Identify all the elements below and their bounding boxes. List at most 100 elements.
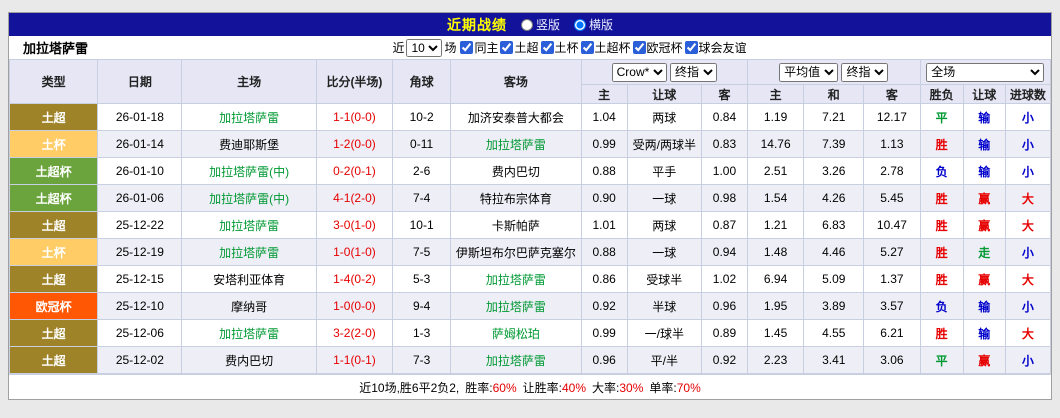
type-cell: 土超 [8, 346, 99, 374]
corner-cell: 7-3 [392, 346, 452, 374]
filter-checkbox-input-0[interactable] [460, 41, 474, 54]
filter-checkbox-5[interactable]: 球会友谊 [684, 39, 747, 56]
odds-away-cell: 0.89 [700, 319, 749, 347]
handicap-cell: 受两/两球半 [626, 130, 702, 158]
layout-horizontal-radio[interactable] [574, 18, 586, 31]
handicap-cell: 平/半 [626, 346, 702, 374]
away-team-cell: 加拉塔萨雷 [450, 292, 582, 320]
layout-vertical-option[interactable]: 竖版 [520, 16, 560, 33]
corner-cell: 1-3 [392, 319, 452, 347]
avg-away-cell: 2.78 [863, 157, 921, 185]
corner-cell: 7-5 [392, 238, 452, 266]
score-cell: 3-0(1-0) [315, 211, 394, 239]
match-row: 土杯 26-01-14 费迪耶斯堡 1-2(0-0) 0-11 加拉塔萨雷 0.99 受两/两… [8, 130, 1052, 158]
handicap-result-cell: 输 [962, 130, 1006, 158]
goals-cell: 小 [1004, 292, 1052, 320]
odds-home-cell: 0.88 [580, 157, 628, 185]
goals-cell: 小 [1004, 157, 1052, 185]
sub-header-avg-away: 客 [863, 84, 921, 104]
avg-home-cell: 1.19 [747, 103, 805, 131]
filter-checkbox-3[interactable]: 土超杯 [580, 39, 631, 56]
filter-checkbox-0[interactable]: 同主 [460, 39, 498, 56]
handicap-result-cell: 赢 [962, 211, 1006, 239]
avg-select[interactable]: 平均值 [779, 62, 839, 82]
odds-away-cell: 0.83 [700, 130, 749, 158]
goals-cell: 大 [1004, 184, 1052, 212]
corner-cell: 10-1 [392, 211, 452, 239]
odds-away-cell: 0.94 [700, 238, 749, 266]
odds-home-cell: 1.01 [580, 211, 628, 239]
score-cell: 1-2(0-0) [315, 130, 394, 158]
handicap-win-rate: 让胜率:40% [522, 380, 587, 395]
score-cell: 0-2(0-1) [315, 157, 394, 185]
filter-checkbox-group: 同主 土超 土杯 土超杯 欧冠杯 球会友谊 [458, 39, 747, 56]
handicap-result-cell: 输 [962, 103, 1006, 131]
avg-home-cell: 14.76 [747, 130, 805, 158]
layout-vertical-radio[interactable] [520, 18, 533, 31]
filter-checkbox-input-2[interactable] [540, 41, 554, 54]
score-cell: 1-4(0-2) [315, 265, 394, 293]
handicap-cell: 一/球半 [626, 319, 702, 347]
odds-away-cell: 0.96 [700, 292, 749, 320]
near-label: 近 [392, 41, 405, 55]
result-cell: 负 [919, 157, 964, 185]
filter-checkbox-label-0: 同主 [474, 41, 499, 55]
filter-checkbox-1[interactable]: 土超 [500, 39, 539, 56]
sub-header-goals: 进球数 [1004, 84, 1052, 104]
score-cell: 1-1(0-1) [315, 346, 394, 374]
odds-home-cell: 0.86 [580, 265, 628, 293]
odds-final-select[interactable]: 终指 [669, 62, 717, 82]
handicap-cell: 两球 [626, 211, 702, 239]
handicap-cell: 受球半 [626, 265, 702, 293]
match-count-select[interactable]: 10 [406, 38, 443, 57]
filter-checkbox-input-5[interactable] [684, 41, 698, 54]
corner-cell: 0-11 [392, 130, 452, 158]
filter-checkbox-input-4[interactable] [632, 41, 646, 54]
layout-horizontal-option[interactable]: 横版 [574, 16, 613, 33]
sub-header-odds-home: 主 [580, 84, 628, 104]
filter-checkbox-input-1[interactable] [500, 41, 514, 54]
corner-cell: 9-4 [392, 292, 452, 320]
avg-draw-cell: 7.21 [803, 103, 865, 131]
scope-select-group: 全场 [919, 59, 1052, 85]
avg-away-cell: 1.13 [863, 130, 921, 158]
odds-home-cell: 0.92 [580, 292, 628, 320]
filter-checkbox-2[interactable]: 土杯 [540, 39, 579, 56]
handicap-cell: 半球 [626, 292, 702, 320]
match-table-body: 土超 26-01-18 加拉塔萨雷 1-1(0-0) 10-2 加济安泰普大都会 1.04 两… [8, 103, 1052, 374]
filter-checkbox-4[interactable]: 欧冠杯 [632, 39, 683, 56]
score-cell: 1-0(1-0) [315, 238, 394, 266]
type-cell: 土超 [8, 211, 99, 239]
handicap-result-cell: 赢 [962, 346, 1006, 374]
avg-home-cell: 1.21 [747, 211, 805, 239]
type-cell: 欧冠杯 [8, 292, 99, 320]
away-team-cell: 卡斯帕萨 [450, 211, 582, 239]
sub-header-result: 胜负 [919, 84, 964, 104]
avg-away-cell: 3.57 [863, 292, 921, 320]
handicap-result-cell: 输 [962, 319, 1006, 347]
odds-home-cell: 0.90 [580, 184, 628, 212]
avg-draw-cell: 3.89 [803, 292, 865, 320]
odds-away-cell: 0.92 [700, 346, 749, 374]
avg-home-cell: 1.54 [747, 184, 805, 212]
filter-checkbox-label-1: 土超 [514, 41, 539, 55]
type-cell: 土超 [8, 265, 99, 293]
odd-rate: 单率:70% [649, 380, 701, 395]
date-cell: 25-12-06 [97, 319, 183, 347]
summary-record: 近10场,胜6平2负2, [359, 380, 460, 395]
match-row: 土超 25-12-22 加拉塔萨雷 3-0(1-0) 10-1 卡斯帕萨 1.01 两球 0.8… [8, 211, 1052, 239]
avg-final-select[interactable]: 终指 [841, 62, 889, 82]
handicap-result-cell: 赢 [962, 265, 1006, 293]
filter-checkbox-input-3[interactable] [580, 41, 594, 54]
scope-select[interactable]: 全场 [926, 62, 1045, 82]
odds-away-cell: 0.87 [700, 211, 749, 239]
odds-away-cell: 1.02 [700, 265, 749, 293]
home-team-cell: 安塔利亚体育 [181, 265, 317, 293]
odds-source-select[interactable]: Crow* [611, 62, 667, 82]
corner-cell: 5-3 [392, 265, 452, 293]
col-header-corner: 角球 [392, 59, 452, 104]
avg-away-cell: 6.21 [863, 319, 921, 347]
corner-cell: 2-6 [392, 157, 452, 185]
sub-header-avg-draw: 和 [803, 84, 865, 104]
sub-header-handicap-result: 让球 [962, 84, 1006, 104]
